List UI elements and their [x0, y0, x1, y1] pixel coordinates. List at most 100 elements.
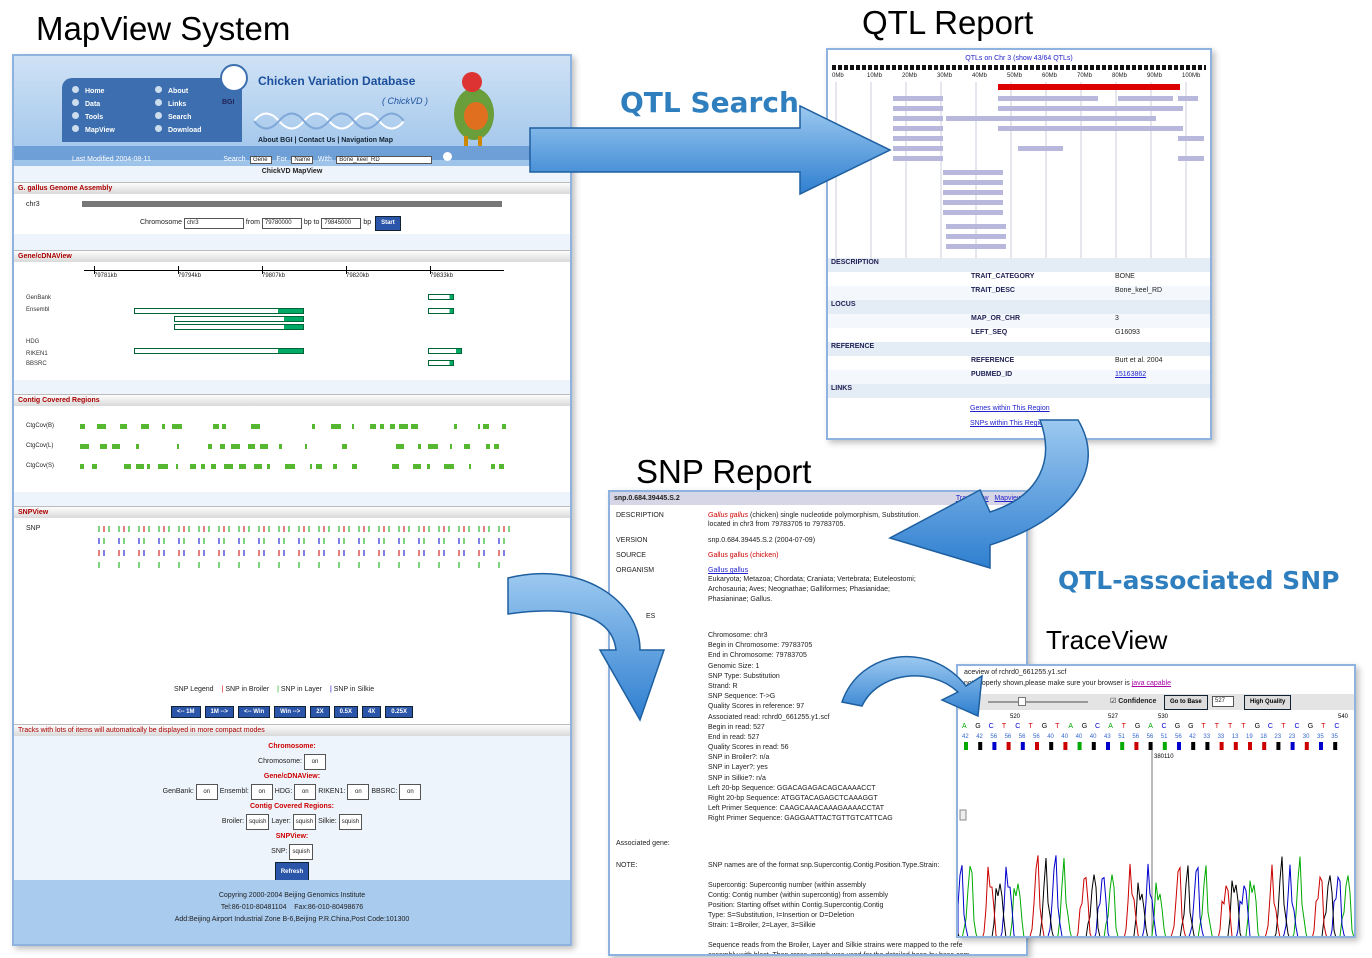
high-quality-button[interactable]: High Quality [1244, 695, 1292, 710]
trace-base: C [989, 723, 994, 730]
features-line: Right 20-bp Sequence: ATGGTACAGAGCTCAAAG… [708, 795, 878, 802]
lineage-line: Archosauria; Aves; Neognathae; Galliform… [708, 586, 890, 594]
nav-item[interactable]: Home [72, 86, 149, 96]
search-type-select[interactable]: Gene [249, 156, 272, 164]
zoom-slider[interactable] [988, 701, 1088, 703]
quality-bar [1276, 742, 1281, 750]
qtl-scale: 0Mb 10Mb 20Mb 30Mb 40Mb 50Mb 60Mb 70Mb 80Mb 90Mb 1… [828, 72, 1210, 82]
opt-gene-select[interactable]: on [195, 784, 218, 800]
quality-bar [1162, 742, 1167, 750]
nav-item[interactable]: Download [155, 125, 232, 135]
contig-segment [177, 444, 179, 449]
opt-chromosome-header: Chromosome: [268, 743, 316, 750]
genes-in-region-link[interactable]: Genes within This Region [970, 405, 1050, 412]
zoom-button[interactable]: 4X [361, 706, 382, 718]
refresh-button[interactable]: Refresh [274, 862, 310, 882]
opt-gene-select[interactable]: on [294, 784, 317, 800]
version-value: snp.0.684.39445.S.2 (2004-07-09) [708, 537, 816, 544]
for-select[interactable]: Name [291, 156, 314, 164]
qtl-section: DESCRIPTION [831, 259, 879, 266]
opt-snp-select[interactable]: squish [289, 844, 313, 860]
contig-segment [239, 464, 246, 469]
to-input[interactable]: 79845000 [321, 218, 362, 229]
opt-gene-select[interactable]: on [347, 784, 370, 800]
go-icon[interactable] [442, 152, 452, 162]
qtl-interval [1178, 156, 1204, 161]
trace-base: G [1042, 723, 1047, 730]
zoom-button[interactable]: 2X [310, 706, 330, 718]
zoom-button[interactable]: Win --> [274, 706, 307, 718]
zoom-button[interactable]: 0.5X [333, 706, 358, 718]
contig-segment [450, 444, 452, 449]
search-label: Search [223, 156, 246, 163]
zoom-button[interactable]: 1M --> [204, 706, 235, 718]
trace-position-label: 540 [1338, 714, 1349, 720]
trace-base: A [1068, 723, 1073, 730]
quality-bar [964, 742, 968, 750]
nav-item[interactable]: Links [155, 99, 232, 109]
opt-contig-select[interactable]: squish [246, 814, 270, 830]
start-button[interactable]: Start [375, 216, 401, 231]
goto-base-button[interactable]: Go to Base [1164, 695, 1208, 710]
traceview-link[interactable]: TraceView [956, 495, 989, 502]
chromosome-select[interactable]: chr3 [183, 218, 244, 229]
nav-item[interactable]: Tools [72, 112, 149, 122]
snps-in-region-link[interactable]: SNPs within This Region [970, 420, 1047, 427]
quality-bar [1091, 742, 1096, 750]
qtl-interval [1178, 136, 1204, 141]
nav-item[interactable]: Data [72, 99, 149, 109]
nav-bullet-icon [72, 112, 79, 119]
footer-address: Add:Beijing Airport Industrial Zone B-6,… [174, 916, 410, 923]
opt-gene-select[interactable]: on [250, 784, 273, 800]
qtl-interval [1018, 146, 1063, 151]
trace-base: T [1201, 723, 1206, 730]
opt-contig-select[interactable]: squish [292, 814, 317, 830]
zoom-button[interactable]: 0.25X [385, 706, 413, 718]
gene-model [428, 294, 454, 300]
nav-grid: Home About Data Links Tools Search MapView Down… [62, 78, 242, 143]
trace-score: 40 [1090, 734, 1097, 740]
mapview-link[interactable]: Mapview [994, 495, 1022, 502]
qtl-scale-label: 90Mb [1147, 73, 1163, 79]
top-links[interactable]: About BGI | Contact Us | Navigation Map [258, 136, 393, 145]
desc-value-2: located in chr3 from 79783705 to 7978370… [708, 521, 846, 528]
quality-bar [978, 742, 983, 750]
opt-contig-select[interactable]: squish [338, 814, 363, 830]
from-input[interactable]: 79780000 [261, 218, 302, 229]
contig-segment [399, 424, 408, 429]
organism-label: ORGANISM [616, 567, 655, 574]
nav-item[interactable]: Search [155, 112, 232, 122]
qtl-key [968, 300, 1112, 314]
qtl-interval [943, 190, 1003, 195]
confidence-checkbox[interactable]: ☑ Confidence [1110, 697, 1156, 706]
base-input[interactable]: 527 [1212, 696, 1234, 707]
nav-item[interactable]: MapView [72, 125, 149, 135]
nav-item[interactable]: About [155, 86, 232, 96]
qtl-scale-label: 80Mb [1112, 73, 1128, 79]
quality-bar [1233, 742, 1238, 750]
qtl-bars [835, 82, 1204, 258]
qtl-scale-label: 70Mb [1077, 73, 1093, 79]
organism-link[interactable]: Gallus gallus [708, 566, 748, 575]
contig-segment [390, 424, 395, 429]
trace-base: G [1175, 723, 1180, 730]
contig-track-label: CtgCov(B) [26, 423, 55, 429]
opt-gene-select[interactable]: on [399, 784, 422, 800]
trace-base: T [1241, 723, 1246, 730]
chromatogram: 520 527 530 540 A G C T C T G T A G C A T G A C G G T T T T G C T C G T… [958, 714, 1354, 936]
features-line: SNP Type: Substitution [708, 672, 780, 680]
opt-chromosome-select[interactable]: on [303, 754, 326, 770]
slider-handle[interactable] [1018, 697, 1026, 706]
for-label: For [276, 156, 287, 163]
with-input[interactable]: Bone_keel_RD [336, 156, 433, 164]
zoom-button[interactable]: <-- 1M [171, 706, 201, 718]
axis-tick-label: 79820kb [346, 273, 370, 279]
chromosome-bar [82, 201, 502, 207]
nav-bullet-icon [72, 86, 79, 93]
qtl-key: PUBMED_ID [971, 371, 1013, 378]
qtl-interval [946, 234, 1006, 239]
qtl-value: Burt et al. 2004 [1115, 357, 1163, 364]
zoom-button[interactable]: <-- Win [238, 706, 271, 718]
trace-score: 56 [1132, 734, 1139, 740]
qtl-value [1112, 384, 1210, 398]
